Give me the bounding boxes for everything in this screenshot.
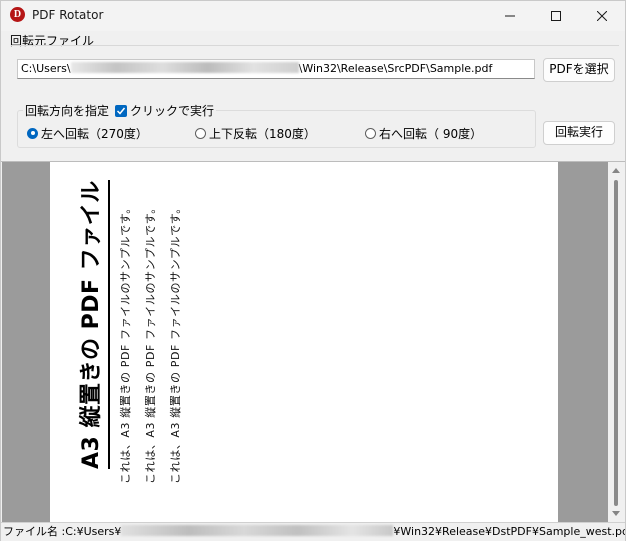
click-execute-checkbox[interactable] [115, 104, 128, 117]
radio-rotate-left-label[interactable]: 左へ回転（270度） [41, 125, 148, 142]
close-button[interactable] [579, 1, 625, 31]
minimize-button[interactable] [487, 1, 533, 31]
app-window: D PDF Rotator 回転元ファイル C:\Users\ \Win32\Re… [0, 0, 626, 541]
pdf-preview-area[interactable]: A3 縦置きの PDF ファイル これは、A3 縦置きの PDF ファイルのサン… [2, 162, 608, 522]
scroll-down-arrow-icon[interactable] [612, 511, 620, 516]
radio-indicator[interactable] [365, 127, 376, 139]
scroll-up-arrow-icon[interactable] [612, 168, 620, 173]
redacted-path-segment [121, 525, 394, 536]
status-file-prefix: ファイル名 :C:¥Users¥ [3, 525, 122, 538]
status-file-suffix: ¥Win32¥Release¥DstPDF¥Sample_west.pdf [393, 525, 625, 538]
radio-rotate-right[interactable]: 右へ回転（ 90度） [365, 125, 482, 141]
source-path-prefix: C:\Users\ [21, 62, 71, 75]
maximize-icon [551, 11, 561, 21]
pdf-page-line: これは、A3 縦置きの PDF ファイルのサンプルです。 [169, 202, 182, 484]
pdf-page-line: これは、A3 縦置きの PDF ファイルのサンプルです。 [119, 202, 132, 484]
title-bar[interactable]: D PDF Rotator [1, 1, 625, 31]
rotation-group-label: 回転方向を指定 [25, 104, 110, 118]
pdf-page: A3 縦置きの PDF ファイル これは、A3 縦置きの PDF ファイルのサン… [50, 162, 558, 522]
pdf-page-line: これは、A3 縦置きの PDF ファイルのサンプルです。 [144, 202, 157, 484]
rotation-group-legend: 回転方向を指定 クリックで実行 [23, 102, 217, 119]
vertical-scrollbar[interactable] [608, 162, 625, 522]
radio-selected-indicator[interactable] [27, 127, 38, 139]
scrollbar-thumb[interactable] [614, 180, 618, 506]
source-path-field[interactable]: C:\Users\ \Win32\Release\SrcPDF\Sample.pd… [17, 59, 535, 79]
select-pdf-button[interactable]: PDFを選択 [543, 58, 615, 82]
execute-rotation-button[interactable]: 回転実行 [543, 121, 615, 145]
source-path-suffix: \Win32\Release\SrcPDF\Sample.pdf [298, 62, 493, 75]
radio-rotate-left[interactable]: 左へ回転（270度） [27, 125, 148, 141]
click-execute-label[interactable]: クリックで実行 [130, 102, 214, 119]
checkmark-icon [116, 107, 126, 115]
radio-indicator[interactable] [195, 127, 206, 139]
minimize-icon [505, 15, 515, 17]
radio-flip-vertical[interactable]: 上下反転（180度） [195, 125, 316, 141]
radio-flip-vertical-label[interactable]: 上下反転（180度） [209, 125, 316, 142]
window-title: PDF Rotator [32, 8, 104, 22]
pdf-page-title: A3 縦置きの PDF ファイル [73, 180, 110, 469]
close-icon [597, 11, 607, 21]
app-icon: D [10, 7, 25, 22]
redacted-path-segment [70, 62, 299, 73]
maximize-button[interactable] [533, 1, 579, 31]
status-bar: ファイル名 :C:¥Users¥ ¥Win32¥Release¥DstPDF¥Sa… [1, 522, 625, 541]
radio-rotate-right-label[interactable]: 右へ回転（ 90度） [379, 125, 482, 142]
